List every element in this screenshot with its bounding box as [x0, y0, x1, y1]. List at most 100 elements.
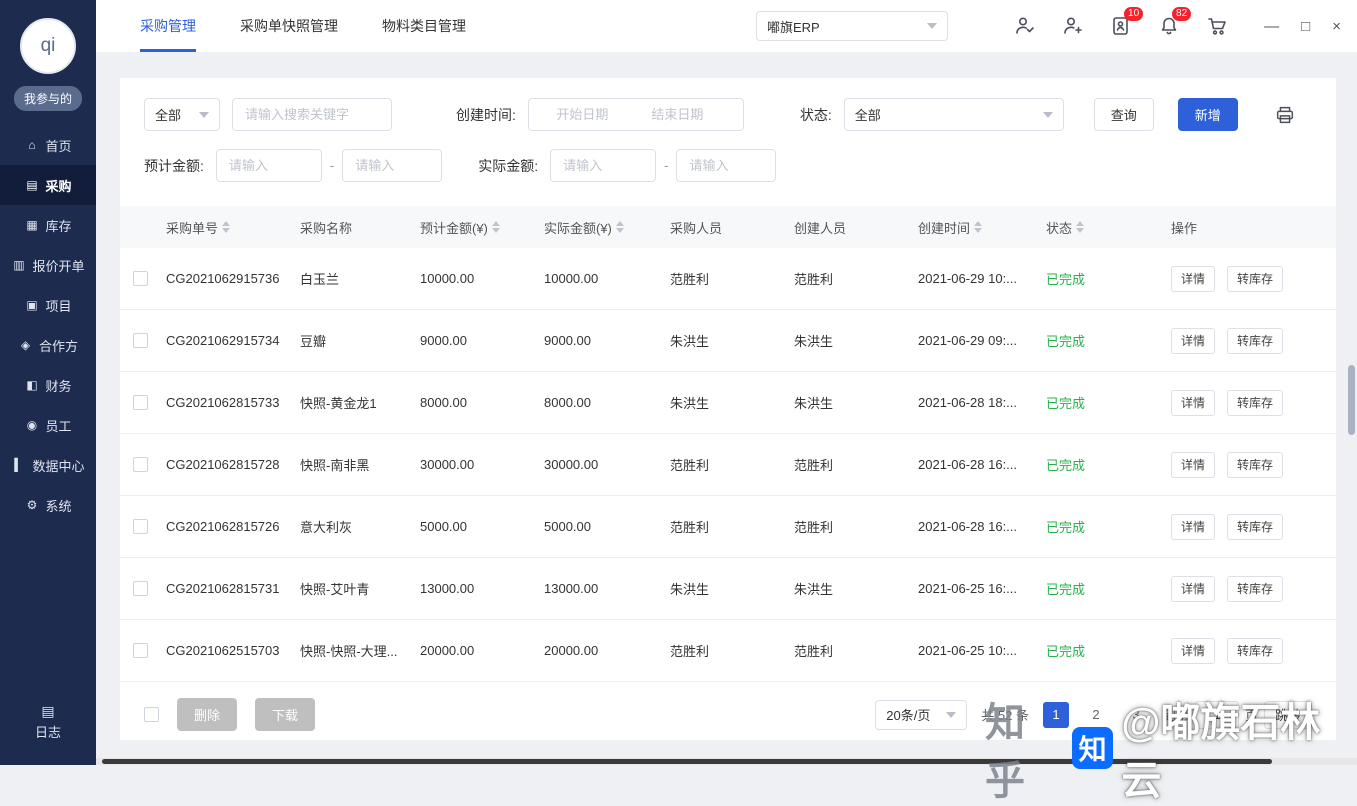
contact-book-icon[interactable]: 10	[1110, 7, 1144, 37]
sidebar-item-label: 日志	[34, 725, 61, 740]
category-select[interactable]: 全部	[144, 98, 220, 131]
actual-max-input[interactable]	[687, 157, 766, 174]
table-row: CG2021062915734 豆瓣 9000.00 9000.00 朱洪生 朱…	[120, 310, 1336, 372]
page-button-1[interactable]: 1	[1042, 701, 1069, 728]
close-button[interactable]: ×	[1332, 18, 1341, 35]
detail-button[interactable]: 详情	[1171, 327, 1216, 354]
sidebar-item-quotation[interactable]: ▥ 报价开单	[0, 245, 96, 285]
transfer-to-inventory-button[interactable]: 转库存	[1227, 637, 1284, 664]
tab-material-category-management[interactable]: 物料类目管理	[382, 0, 466, 52]
row-checkbox[interactable]	[132, 457, 148, 472]
page-size-select[interactable]: 20条/页	[875, 699, 968, 730]
workspace-select[interactable]: 嘟旗ERP	[756, 11, 948, 41]
estimated-max-input[interactable]	[353, 157, 432, 174]
tab-snapshot-management[interactable]: 采购单快照管理	[240, 0, 338, 52]
sidebar-item-label: 首页	[45, 138, 72, 154]
actual-amount-label: 实际金额:	[478, 157, 539, 174]
col-created[interactable]: 创建时间	[918, 218, 1046, 237]
row-checkbox[interactable]	[132, 271, 148, 286]
query-button[interactable]: 查询	[1093, 98, 1154, 131]
sidebar-item-employee[interactable]: ◉ 员工	[0, 405, 96, 445]
add-button[interactable]: 新增	[1177, 98, 1238, 131]
filter-row-2: 预计金额: - 实际金额: -	[144, 149, 1312, 182]
sort-icon[interactable]	[491, 221, 500, 233]
horizontal-scrollbar-thumb[interactable]	[102, 759, 1272, 764]
sort-icon[interactable]	[1076, 221, 1085, 233]
bell-icon[interactable]: 82	[1158, 7, 1192, 37]
sort-icon[interactable]	[615, 221, 624, 233]
cell-order-no: CG2021062915734	[166, 333, 280, 348]
sidebar-item-procurement[interactable]: ▤ 采购	[0, 165, 96, 205]
select-all-checkbox[interactable]	[144, 707, 159, 722]
avatar[interactable]: qi	[20, 18, 76, 74]
sidebar-item-home[interactable]: ⌂ 首页	[0, 125, 96, 165]
estimated-min-input[interactable]	[226, 157, 311, 174]
row-checkbox[interactable]	[132, 519, 148, 534]
detail-button[interactable]: 详情	[1171, 389, 1216, 416]
transfer-to-inventory-button[interactable]: 转库存	[1227, 327, 1284, 354]
actual-max-wrap	[676, 149, 777, 182]
user-add-icon[interactable]	[1062, 15, 1084, 37]
download-button[interactable]: 下载	[255, 698, 316, 731]
cell-actual: 13000.00	[544, 581, 599, 596]
transfer-to-inventory-button[interactable]: 转库存	[1227, 575, 1284, 602]
minimize-button[interactable]: —	[1264, 18, 1279, 35]
start-date-input[interactable]	[534, 106, 630, 123]
detail-button[interactable]: 详情	[1171, 513, 1216, 540]
delete-button[interactable]: 删除	[177, 698, 238, 731]
status-badge: 已完成	[1046, 272, 1086, 287]
sidebar-item-data-center[interactable]: ▍ 数据中心	[0, 445, 96, 485]
cell-created: 2021-06-25 10:...	[918, 643, 1018, 658]
tab-procurement-management[interactable]: 采购管理	[140, 0, 196, 52]
row-checkbox[interactable]	[132, 333, 148, 348]
cell-name: 白玉兰	[300, 272, 340, 287]
end-date-input[interactable]	[629, 106, 725, 123]
transfer-to-inventory-button[interactable]: 转库存	[1227, 389, 1284, 416]
status-select[interactable]: 全部	[843, 98, 1064, 131]
table-row: CG2021062515703 快照-快照-大理... 20000.00 200…	[120, 620, 1336, 682]
sidebar-item-project[interactable]: ▣ 项目	[0, 285, 96, 325]
sidebar-item-logs[interactable]: ▤ 日志	[35, 703, 61, 741]
col-status[interactable]: 状态	[1046, 218, 1171, 237]
col-estimated[interactable]: 预计金额(¥)	[420, 218, 544, 237]
keyword-search-wrap	[232, 98, 392, 131]
goto-button[interactable]: 跳转	[1263, 700, 1312, 729]
goto-page-input[interactable]	[1201, 706, 1232, 723]
maximize-button[interactable]: □	[1301, 18, 1310, 35]
sidebar-item-inventory[interactable]: ▦ 库存	[0, 205, 96, 245]
date-range-picker[interactable]	[527, 98, 744, 131]
page-button-2[interactable]: 2	[1083, 702, 1109, 728]
cell-estimated: 9000.00	[420, 333, 467, 348]
actual-min-wrap	[550, 149, 657, 182]
printer-icon[interactable]	[1274, 104, 1296, 126]
user-check-icon[interactable]	[1014, 15, 1036, 37]
col-actual[interactable]: 实际金额(¥)	[544, 218, 670, 237]
cell-estimated: 13000.00	[420, 581, 475, 596]
sidebar-item-system[interactable]: ⚙ 系统	[0, 485, 96, 525]
row-checkbox[interactable]	[132, 395, 148, 410]
sidebar-item-finance[interactable]: ◧ 财务	[0, 365, 96, 405]
transfer-to-inventory-button[interactable]: 转库存	[1227, 451, 1284, 478]
row-checkbox[interactable]	[132, 581, 148, 596]
detail-button[interactable]: 详情	[1171, 265, 1216, 292]
page-button-3[interactable]: 3	[1123, 702, 1149, 728]
vertical-scrollbar[interactable]	[1348, 365, 1355, 435]
detail-button[interactable]: 详情	[1171, 637, 1216, 664]
col-order-no[interactable]: 采购单号	[166, 218, 300, 237]
participate-badge[interactable]: 我参与的	[13, 86, 82, 111]
sidebar-item-partner[interactable]: ◈ 合作方	[0, 325, 96, 365]
transfer-to-inventory-button[interactable]: 转库存	[1227, 513, 1284, 540]
cell-actual: 8000.00	[544, 395, 591, 410]
detail-button[interactable]: 详情	[1171, 451, 1216, 478]
sort-icon[interactable]	[222, 221, 231, 233]
table-row: CG2021062915736 白玉兰 10000.00 10000.00 范胜…	[120, 248, 1336, 310]
cell-creator: 范胜利	[794, 644, 834, 659]
actual-min-input[interactable]	[561, 157, 646, 174]
row-checkbox[interactable]	[132, 643, 148, 658]
sort-icon[interactable]	[974, 221, 983, 233]
transfer-to-inventory-button[interactable]: 转库存	[1227, 265, 1284, 292]
cart-icon[interactable]	[1206, 15, 1228, 37]
cell-order-no: CG2021062815731	[166, 581, 280, 596]
detail-button[interactable]: 详情	[1171, 575, 1216, 602]
keyword-search-input[interactable]	[243, 106, 381, 123]
